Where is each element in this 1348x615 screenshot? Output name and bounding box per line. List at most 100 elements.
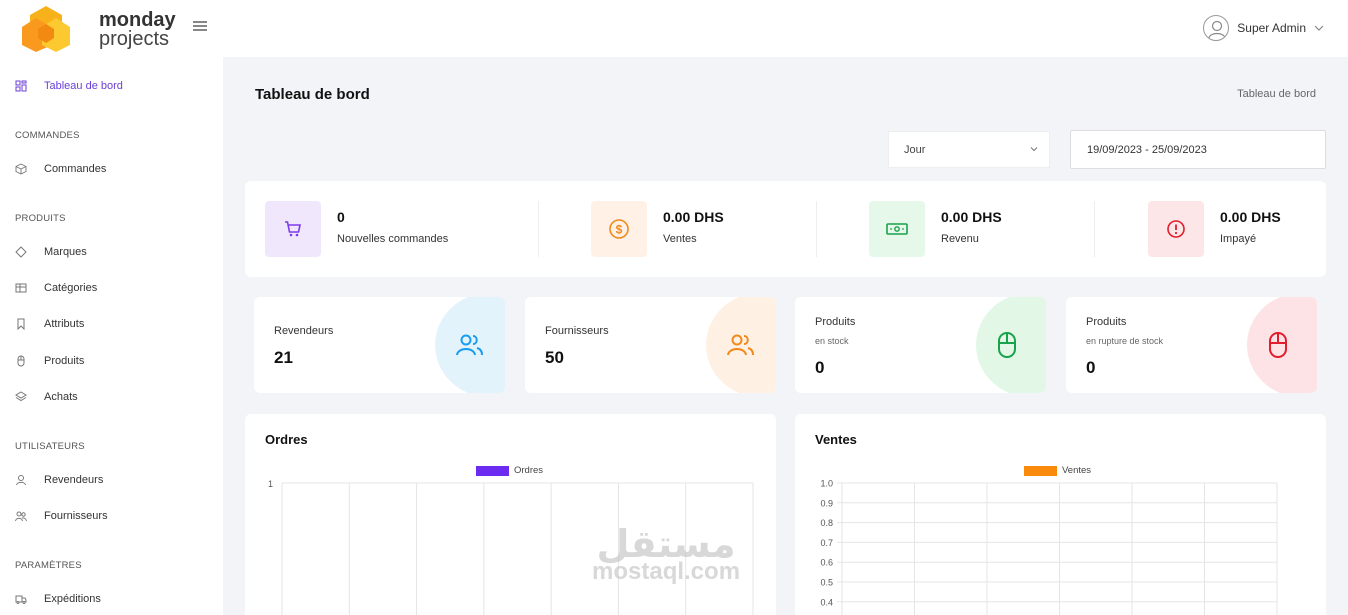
cart-icon (285, 221, 301, 237)
date-range-input[interactable]: 19/09/2023 - 25/09/2023 (1070, 130, 1326, 169)
alert-icon (1167, 220, 1185, 238)
card-title: Revendeurs (274, 325, 334, 337)
sidebar-item-label: Marques (44, 246, 87, 258)
y-tick-label: 1.0 (820, 479, 833, 489)
card-produits-rupture[interactable]: Produits en rupture de stock 0 (1066, 297, 1317, 393)
sidebar-item-label: Achats (44, 391, 78, 403)
card-value: 50 (545, 348, 564, 367)
watermark-latin: mostaql.com (592, 558, 741, 585)
sidebar-item-achats[interactable]: Achats (15, 387, 78, 407)
brand-line-2: projects (99, 28, 170, 50)
sidebar-item-attributs[interactable]: Attributs (15, 314, 84, 334)
stat-revenue: 0.00 DHS Revenu (869, 201, 1129, 257)
y-tick-label: 0.9 (820, 498, 833, 508)
sidebar-item-produits[interactable]: Produits (15, 351, 84, 371)
sidebar-item-label: Expéditions (44, 593, 101, 605)
stat-label: Nouvelles commandes (337, 233, 449, 245)
sidebar-item-categories[interactable]: Catégories (15, 278, 97, 298)
card-icon-bg (976, 297, 1046, 393)
top-bar: monday projects Super Admin (0, 0, 1348, 57)
truck-icon (15, 593, 27, 605)
sidebar-item-label: Attributs (44, 318, 85, 330)
stat-new-orders: 0 Nouvelles commandes (265, 201, 525, 257)
stat-icon-box (1148, 201, 1204, 257)
y-tick-label: 0.7 (820, 538, 833, 548)
chevron-down-icon (1030, 147, 1038, 152)
hexagon-logo-icon (22, 6, 70, 52)
card-icon-bg (706, 297, 776, 393)
y-tick-label: 0.8 (820, 518, 833, 528)
bookmark-icon (15, 318, 27, 330)
sidebar-item-dashboard[interactable]: Tableau de bord (15, 76, 123, 96)
stat-value: 0.00 DHS (663, 209, 724, 225)
card-title: Produits (815, 316, 856, 328)
stat-label: Revenu (941, 233, 979, 245)
section-parametres: PARAMÈTRES (15, 560, 82, 571)
period-select[interactable]: Jour (888, 131, 1050, 168)
card-fournisseurs[interactable]: Fournisseurs 50 (525, 297, 776, 393)
users-icon (456, 334, 483, 356)
diamond-icon (15, 246, 27, 258)
sidebar-item-fournisseurs[interactable]: Fournisseurs (15, 506, 108, 526)
sidebar-item-label: Fournisseurs (44, 510, 108, 522)
chevron-down-icon (1314, 25, 1324, 31)
people-icon (15, 510, 27, 522)
dollar-icon: $ (609, 219, 629, 239)
card-icon-bg (435, 297, 505, 393)
card-revendeurs[interactable]: Revendeurs 21 (254, 297, 505, 393)
user-name: Super Admin (1237, 21, 1306, 35)
svg-text:$: $ (616, 223, 623, 237)
stat-value: 0.00 DHS (941, 209, 1002, 225)
card-subtitle: en stock (815, 336, 849, 346)
card-produits-en-stock[interactable]: Produits en stock 0 (795, 297, 1046, 393)
sales-chart-panel: Ventes Ventes 1.0 0.9 0.8 0.7 0.6 0.5 0.4 (795, 414, 1326, 615)
card-value: 0 (1086, 358, 1096, 377)
stat-value: 0.00 DHS (1220, 209, 1281, 225)
stat-sales: $ 0.00 DHS Ventes (591, 201, 851, 257)
layers-icon (15, 391, 27, 403)
user-menu[interactable]: Super Admin (1203, 15, 1324, 41)
stats-panel: 0 Nouvelles commandes $ 0.00 DHS Ventes … (245, 181, 1326, 277)
dashboard-icon (15, 80, 27, 92)
sidebar-item-label: Catégories (44, 282, 98, 294)
section-commandes: COMMANDES (15, 130, 80, 141)
stat-label: Ventes (663, 233, 697, 245)
users-icon (727, 334, 754, 356)
mouse-icon (998, 332, 1016, 358)
sales-chart: 1.0 0.9 0.8 0.7 0.6 0.5 0.4 (820, 479, 1278, 615)
period-select-value: Jour (904, 144, 926, 156)
card-value: 21 (274, 348, 293, 367)
y-tick-label: 0.4 (820, 597, 833, 607)
y-tick-label: 0.6 (820, 558, 833, 568)
section-utilisateurs: UTILISATEURS (15, 441, 85, 452)
stat-icon-box (869, 201, 925, 257)
stat-unpaid: 0.00 DHS Impayé (1148, 201, 1348, 257)
sidebar-item-label: Produits (44, 355, 85, 367)
sidebar-item-label: Tableau de bord (44, 80, 123, 92)
menu-toggle-icon[interactable] (193, 21, 207, 33)
stat-label: Impayé (1220, 233, 1257, 245)
money-icon (886, 223, 908, 235)
avatar (1203, 15, 1230, 41)
card-subtitle: en rupture de stock (1086, 336, 1164, 346)
watermark: مستقل mostaql.com (592, 522, 740, 586)
y-tick-label: 1 (268, 479, 273, 489)
box-icon (15, 163, 27, 175)
stat-icon-box: $ (591, 201, 647, 257)
sidebar-item-commandes[interactable]: Commandes (15, 159, 106, 179)
user-icon (15, 474, 27, 486)
sidebar-item-marques[interactable]: Marques (15, 242, 87, 262)
page-title: Tableau de bord (255, 86, 370, 103)
card-value: 0 (815, 358, 825, 377)
sidebar-item-label: Commandes (44, 163, 107, 175)
sidebar-item-label: Revendeurs (44, 474, 104, 486)
sidebar: Tableau de bord COMMANDES Commandes PROD… (0, 57, 223, 615)
stat-icon-box (265, 201, 321, 257)
card-title: Produits (1086, 316, 1127, 328)
breadcrumb[interactable]: Tableau de bord (1237, 88, 1316, 100)
table-icon (15, 282, 27, 294)
sidebar-item-expeditions[interactable]: Expéditions (15, 589, 101, 609)
sidebar-item-revendeurs[interactable]: Revendeurs (15, 470, 103, 490)
brand-logo[interactable]: monday projects (22, 4, 176, 52)
mouse-icon (15, 355, 27, 367)
